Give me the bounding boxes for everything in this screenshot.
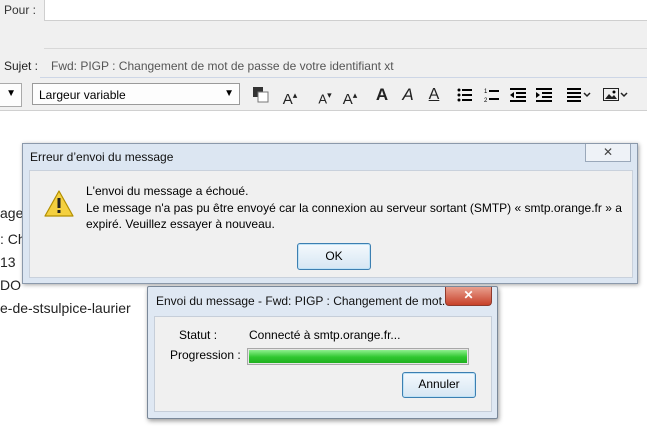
to-row: Pour :	[0, 0, 647, 23]
sending-dialog: Envoi du message - Fwd: PIGP : Changemen…	[147, 286, 498, 419]
bold-label: A	[375, 85, 389, 104]
body-text-line: DO	[0, 277, 21, 293]
to-label: Pour :	[4, 3, 37, 17]
body-text-line: age	[0, 205, 24, 221]
sending-dialog-content: Statut : Connecté à smtp.orange.fr... Pr…	[154, 316, 492, 412]
close-icon: ✕	[463, 288, 474, 302]
close-button[interactable]: ✕	[585, 144, 631, 162]
numbered-list-icon[interactable]: 12	[482, 83, 502, 107]
insert-image-icon[interactable]	[602, 83, 632, 107]
divider	[44, 48, 647, 49]
grow-font-label: A	[282, 91, 293, 108]
close-icon: ✕	[602, 145, 614, 159]
svg-text:1: 1	[484, 89, 488, 95]
format-toolbar: ▼ Largeur variable ▼ A▴ A▾ A▴ A A A 12	[0, 80, 647, 111]
warning-icon	[44, 190, 74, 220]
bullet-list-icon[interactable]	[455, 83, 475, 107]
paragraph-style-select[interactable]: ▼	[0, 83, 22, 107]
body-text-line: 13	[0, 254, 16, 270]
font-select[interactable]: Largeur variable ▼	[32, 83, 240, 105]
italic-button[interactable]: A	[398, 83, 418, 107]
chevron-down-icon: ▼	[224, 88, 234, 99]
body-text-line: e-de-stsulpice-laurier	[0, 300, 131, 316]
bold-button[interactable]: A	[372, 83, 392, 107]
superscript-font-button[interactable]: A▴	[340, 83, 360, 108]
font-select-value: Largeur variable	[39, 88, 126, 102]
header-spacer	[0, 22, 647, 50]
progress-label: Progression :	[170, 348, 241, 362]
indent-icon[interactable]	[534, 83, 554, 107]
subject-row: Sujet : Fwd: PIGP : Changement de mot de…	[0, 50, 647, 80]
ok-button[interactable]: OK	[297, 243, 371, 270]
align-menu-icon[interactable]	[566, 83, 594, 107]
cancel-button[interactable]: Annuler	[402, 372, 476, 398]
progress-bar	[247, 348, 469, 365]
shrink-font-button[interactable]: A▾	[315, 83, 335, 107]
svg-text:2: 2	[484, 98, 488, 103]
progress-bar-fill	[249, 350, 467, 363]
grow-font-button[interactable]: A▴	[279, 83, 301, 108]
text-color-icon[interactable]	[250, 83, 270, 107]
status-label: Statut :	[179, 328, 218, 342]
chevron-down-icon: ▼	[6, 88, 16, 99]
shrink-font-label: A	[318, 91, 328, 107]
error-dialog: Erreur d’envoi du message ✕ L'envoi du m…	[22, 143, 638, 284]
to-field[interactable]	[44, 0, 647, 21]
error-message-summary: L'envoi du message a échoué.	[86, 184, 249, 198]
subject-value: Fwd: PIGP : Changement de mot de passe d…	[51, 59, 394, 73]
italic-label: A	[402, 85, 414, 104]
subject-field[interactable]: Fwd: PIGP : Changement de mot de passe d…	[40, 55, 647, 78]
close-button[interactable]: ✕	[445, 287, 492, 306]
underline-button[interactable]: A	[424, 83, 444, 107]
outdent-icon[interactable]	[508, 83, 528, 107]
error-dialog-title: Erreur d’envoi du message	[30, 150, 174, 164]
subject-label: Sujet :	[4, 59, 39, 73]
sending-dialog-title: Envoi du message - Fwd: PIGP : Changemen…	[156, 294, 452, 308]
error-dialog-content: L'envoi du message a échoué. Le message …	[29, 170, 633, 278]
error-message-detail: Le message n'a pas pu être envoyé car la…	[86, 201, 622, 231]
status-value: Connecté à smtp.orange.fr...	[249, 328, 401, 342]
underline-label: A	[428, 86, 440, 103]
